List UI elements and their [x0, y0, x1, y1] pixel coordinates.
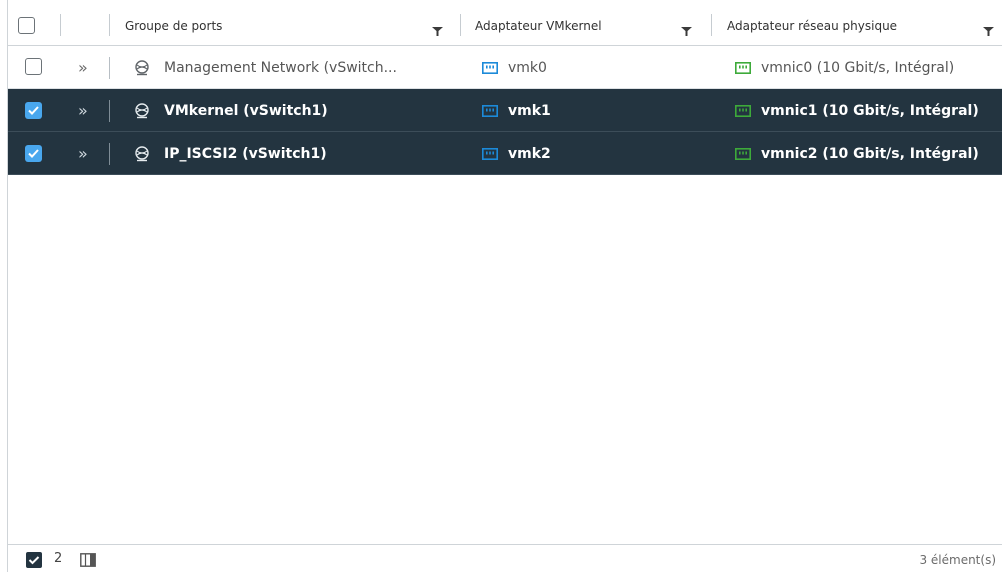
- vmkernel-cell: vmk0: [482, 46, 702, 89]
- filter-icon[interactable]: [681, 27, 692, 36]
- port-group-cell: IP_ISCSI2 (vSwitch1): [134, 132, 454, 175]
- port-group-name[interactable]: Management Network (vSwitch...: [164, 60, 397, 76]
- expand-row-icon[interactable]: »: [78, 101, 88, 120]
- vmkernel-adapter-icon: [482, 61, 498, 74]
- column-header-vmkernel-adapter[interactable]: Adaptateur VMkernel: [475, 0, 675, 45]
- column-header-vmkernel-adapter-label: Adaptateur VMkernel: [475, 19, 602, 33]
- physical-adapter-name[interactable]: vmnic0 (10 Gbit/s, Intégral): [761, 60, 954, 76]
- vmkernel-adapter-name[interactable]: vmk1: [508, 103, 551, 119]
- vmkernel-cell: vmk2: [482, 132, 702, 175]
- filter-icon[interactable]: [432, 27, 443, 36]
- row-checkbox[interactable]: [25, 102, 42, 119]
- column-header-physical-adapter[interactable]: Adaptateur réseau physique: [727, 0, 967, 45]
- column-toggle-icon[interactable]: [80, 553, 96, 567]
- port-group-name[interactable]: VMkernel (vSwitch1): [164, 103, 328, 119]
- port-group-datagrid: Groupe de ports Adaptateur VMkernel Adap…: [7, 0, 1002, 573]
- port-group-name[interactable]: IP_ISCSI2 (vSwitch1): [164, 146, 327, 162]
- vmkernel-adapter-icon: [482, 104, 498, 117]
- vmkernel-adapter-name[interactable]: vmk0: [508, 60, 547, 76]
- table-row[interactable]: » Management Network (vSwitch... vmk0 vm…: [8, 46, 1002, 89]
- physical-nic-icon: [735, 104, 751, 117]
- vmkernel-adapter-name[interactable]: vmk2: [508, 146, 551, 162]
- datagrid-footer: 2 3 élément(s): [8, 544, 1002, 573]
- column-header-port-group[interactable]: Groupe de ports: [125, 0, 455, 45]
- network-globe-icon: [135, 59, 149, 75]
- row-divider: [109, 143, 110, 165]
- column-header-port-group-label: Groupe de ports: [125, 19, 223, 33]
- table-row[interactable]: » VMkernel (vSwitch1) vmk1 vmnic1 (10 Gb…: [8, 89, 1002, 132]
- network-globe-icon: [135, 102, 149, 118]
- physical-adapter-name[interactable]: vmnic1 (10 Gbit/s, Intégral): [761, 103, 979, 119]
- vmkernel-adapter-icon: [482, 147, 498, 160]
- physical-nic-icon: [735, 147, 751, 160]
- select-all-checkbox[interactable]: [18, 17, 35, 34]
- header-divider: [460, 14, 461, 36]
- physical-adapter-cell: vmnic2 (10 Gbit/s, Intégral): [735, 132, 1000, 175]
- expand-row-icon[interactable]: »: [78, 58, 88, 77]
- physical-adapter-cell: vmnic0 (10 Gbit/s, Intégral): [735, 46, 1000, 89]
- row-checkbox[interactable]: [25, 145, 42, 162]
- network-globe-icon: [135, 145, 149, 161]
- filter-icon[interactable]: [983, 27, 994, 36]
- physical-adapter-cell: vmnic1 (10 Gbit/s, Intégral): [735, 89, 1000, 132]
- column-header-physical-adapter-label: Adaptateur réseau physique: [727, 19, 898, 33]
- physical-nic-icon: [735, 61, 751, 74]
- header-divider: [109, 14, 110, 36]
- row-divider: [109, 100, 110, 122]
- item-count: 3 élément(s): [919, 553, 996, 567]
- vmkernel-cell: vmk1: [482, 89, 702, 132]
- header-divider: [60, 14, 61, 36]
- physical-adapter-name[interactable]: vmnic2 (10 Gbit/s, Intégral): [761, 146, 979, 162]
- header-divider: [711, 14, 712, 36]
- port-group-cell: Management Network (vSwitch...: [134, 46, 454, 89]
- selection-checkbox-icon[interactable]: [26, 552, 42, 568]
- table-row[interactable]: » IP_ISCSI2 (vSwitch1) vmk2 vmnic2 (10 G…: [8, 132, 1002, 175]
- datagrid-header: Groupe de ports Adaptateur VMkernel Adap…: [8, 0, 1002, 46]
- checkmark-icon: [28, 106, 39, 115]
- selected-count: 2: [54, 551, 63, 566]
- checkmark-icon: [28, 149, 39, 158]
- row-divider: [109, 57, 110, 79]
- row-checkbox[interactable]: [25, 58, 42, 75]
- expand-row-icon[interactable]: »: [78, 144, 88, 163]
- port-group-cell: VMkernel (vSwitch1): [134, 89, 454, 132]
